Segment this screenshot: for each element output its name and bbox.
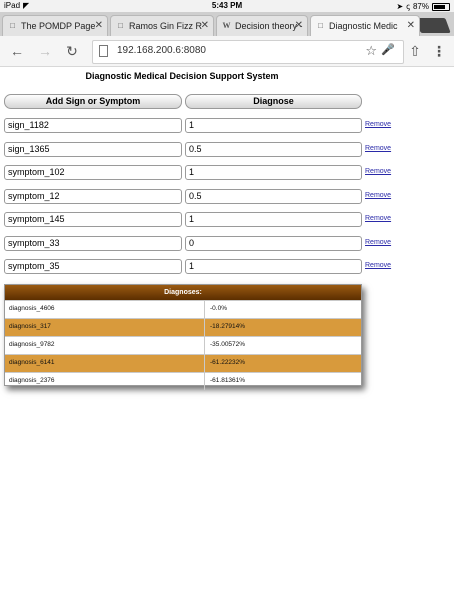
finding-name-field[interactable]: sign_1182	[4, 118, 182, 133]
battery-icon	[432, 2, 450, 11]
page-info-icon[interactable]	[99, 45, 108, 57]
diagnosis-score: -61.22232%	[210, 359, 246, 366]
reload-icon[interactable]: ↻	[63, 42, 81, 60]
tab-title: Diagnostic Medic	[329, 21, 398, 31]
diagnoses-header: Diagnoses:	[5, 285, 361, 300]
new-tab-button[interactable]	[415, 18, 451, 33]
status-bar: iPad ◤ 5:43 PM ➤ ꞔ 87%	[0, 0, 454, 12]
finding-name-field[interactable]: sign_1365	[4, 142, 182, 157]
finding-value-field[interactable]: 0.5	[185, 142, 362, 157]
tab-title: Ramos Gin Fizz R	[129, 21, 203, 31]
remove-link[interactable]: Remove	[365, 192, 391, 199]
diagnosis-row: diagnosis_4606 -0.0%	[5, 300, 361, 318]
diagnosis-score: -0.0%	[210, 305, 227, 312]
tab-title: The POMDP Page	[21, 21, 96, 31]
diagnosis-row: diagnosis_6141 -61.22232%	[5, 354, 361, 372]
finding-name-field[interactable]: symptom_35	[4, 259, 182, 274]
tab-ramos-gin-fizz[interactable]: □ Ramos Gin Fizz R ✕	[110, 15, 214, 36]
finding-name-field[interactable]: symptom_33	[4, 236, 182, 251]
finding-value-field[interactable]: 1	[185, 165, 362, 180]
bluetooth-icon: ꞔ	[406, 2, 410, 11]
close-icon[interactable]: ✕	[407, 16, 415, 36]
browser-toolbar: ← → ↻ 192.168.200.6:8080 ☆ 🎤 ⇧ ⋮	[0, 36, 454, 67]
status-time: 5:43 PM	[211, 1, 243, 10]
diagnosis-score: -18.27914%	[210, 323, 246, 330]
finding-value-field[interactable]: 0	[185, 236, 362, 251]
wikipedia-icon: W	[222, 21, 231, 30]
diagnosis-name: diagnosis_6141	[5, 355, 205, 372]
finding-value-field[interactable]: 1	[185, 118, 362, 133]
diagnosis-name: diagnosis_2376	[5, 373, 205, 390]
finding-name-field[interactable]: symptom_145	[4, 212, 182, 227]
tab-diagnostic-medical[interactable]: □ Diagnostic Medic ✕	[310, 15, 420, 36]
finding-value-field[interactable]: 0.5	[185, 189, 362, 204]
remove-link[interactable]: Remove	[365, 239, 391, 246]
finding-name-field[interactable]: symptom_12	[4, 189, 182, 204]
battery-percent: 87%	[412, 2, 429, 11]
remove-link[interactable]: Remove	[365, 262, 391, 269]
remove-link[interactable]: Remove	[365, 215, 391, 222]
back-arrow-icon[interactable]: ←	[8, 42, 26, 60]
page-icon: □	[118, 21, 123, 30]
tab-pomdp[interactable]: □ The POMDP Page ✕	[2, 15, 108, 36]
tab-strip: □ The POMDP Page ✕ □ Ramos Gin Fizz R ✕ …	[0, 12, 454, 36]
url-text[interactable]: 192.168.200.6:8080	[117, 45, 206, 56]
diagnosis-row: diagnosis_2376 -61.81361%	[5, 372, 361, 390]
close-icon[interactable]: ✕	[201, 16, 209, 36]
finding-value-field[interactable]: 1	[185, 212, 362, 227]
remove-link[interactable]: Remove	[365, 168, 391, 175]
diagnosis-name: diagnosis_4606	[5, 301, 205, 318]
diagnosis-score: -35.00572%	[210, 341, 246, 348]
finding-name-field[interactable]: symptom_102	[4, 165, 182, 180]
tab-title: Decision theory -	[235, 21, 303, 31]
page-title: Diagnostic Medical Decision Support Syst…	[85, 71, 279, 81]
menu-dots-icon[interactable]: ⋮	[430, 42, 448, 60]
add-sign-symptom-button[interactable]: Add Sign or Symptom	[4, 94, 182, 109]
share-icon[interactable]: ⇧	[406, 42, 424, 60]
location-icon: ➤	[396, 2, 404, 11]
address-bar[interactable]: 192.168.200.6:8080 ☆ 🎤	[92, 40, 404, 64]
diagnosis-row: diagnosis_9782 -35.00572%	[5, 336, 361, 354]
finding-value-field[interactable]: 1	[185, 259, 362, 274]
diagnosis-name: diagnosis_9782	[5, 337, 205, 354]
close-icon[interactable]: ✕	[95, 16, 103, 36]
forward-arrow-icon[interactable]: →	[36, 42, 54, 60]
bookmark-star-icon[interactable]: ☆	[365, 43, 377, 59]
diagnose-button[interactable]: Diagnose	[185, 94, 362, 109]
page-icon: □	[10, 21, 15, 30]
microphone-icon[interactable]: 🎤	[381, 43, 395, 56]
page-icon: □	[318, 21, 323, 30]
diagnosis-score: -61.81361%	[210, 377, 246, 384]
diagnoses-table: Diagnoses: diagnosis_4606 -0.0% diagnosis_…	[4, 284, 362, 390]
remove-link[interactable]: Remove	[365, 145, 391, 152]
diagnosis-name: diagnosis_317	[5, 319, 205, 336]
remove-link[interactable]: Remove	[365, 121, 391, 128]
diagnosis-row: diagnosis_317 -18.27914%	[5, 318, 361, 336]
tab-decision-theory[interactable]: W Decision theory - ✕	[216, 15, 308, 36]
close-icon[interactable]: ✕	[295, 16, 303, 36]
